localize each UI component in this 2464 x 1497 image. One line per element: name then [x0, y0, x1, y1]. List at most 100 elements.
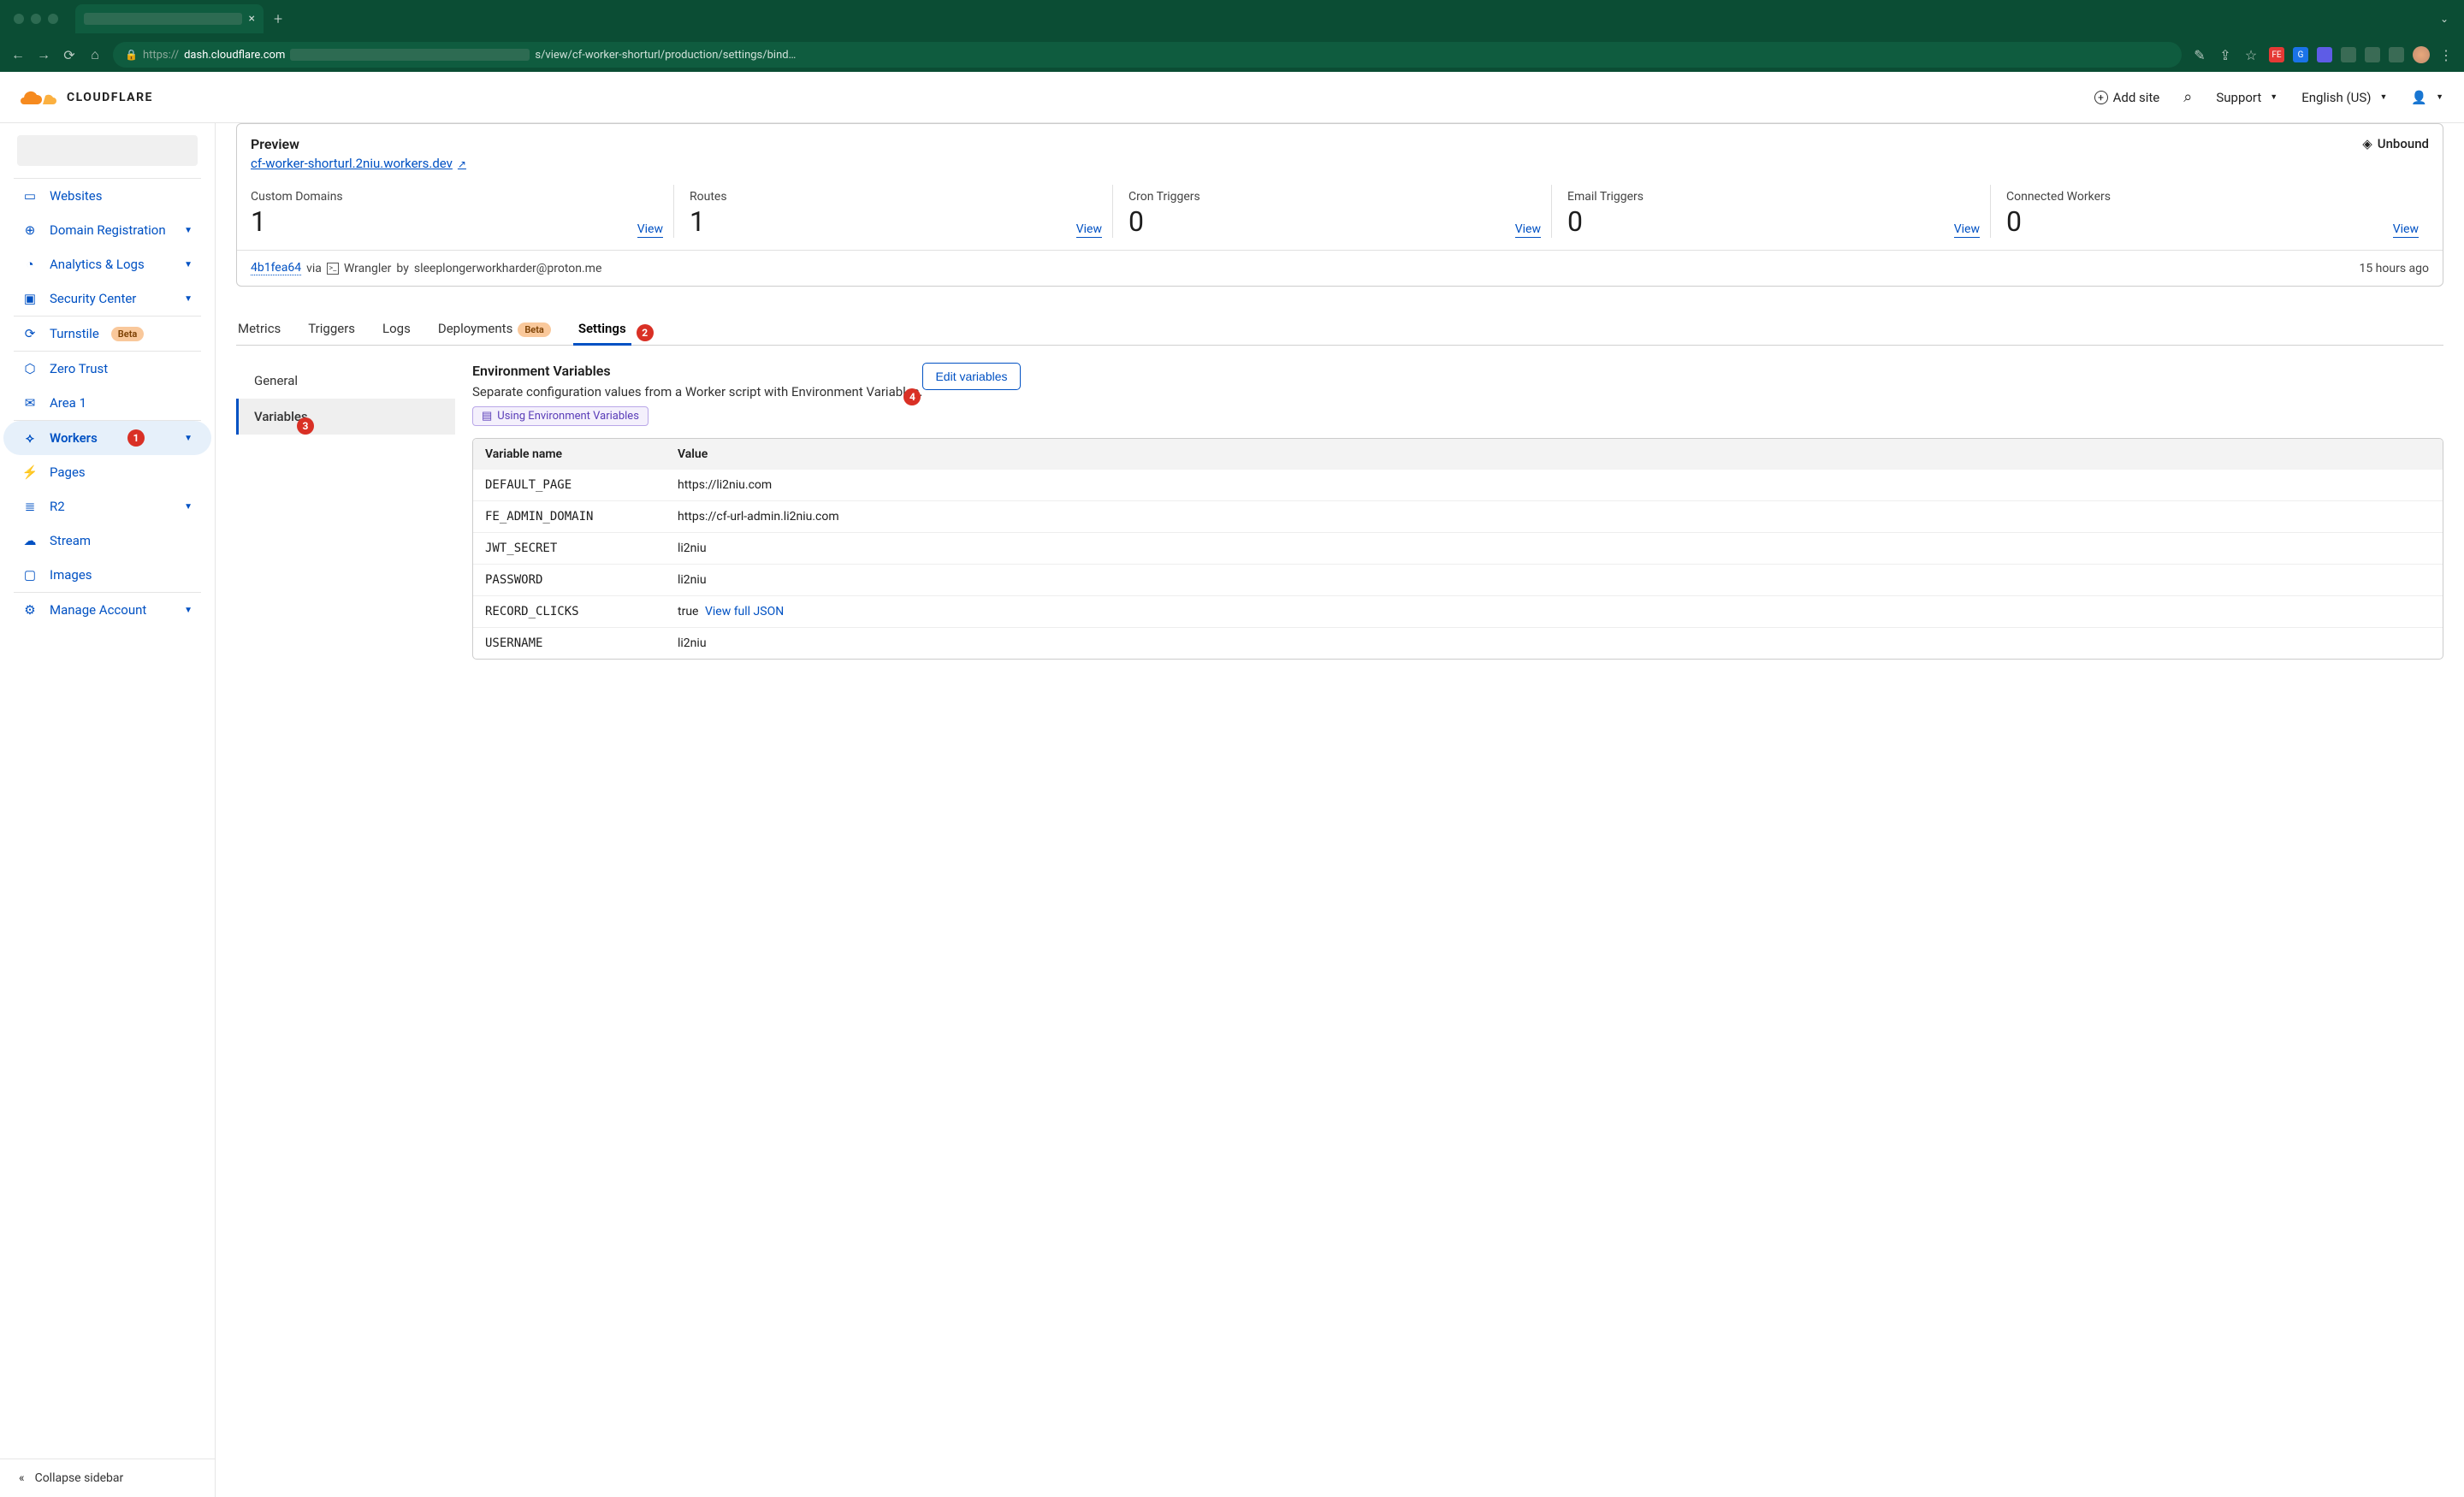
browser-tab[interactable]: ×: [75, 4, 264, 33]
sidebar-item-turnstile[interactable]: ⟳TurnstileBeta: [3, 317, 211, 351]
edit-url-icon[interactable]: ✎: [2192, 47, 2207, 63]
forward-icon[interactable]: →: [36, 46, 51, 63]
sidebar-item-websites[interactable]: ▭Websites: [3, 179, 211, 213]
ext-panel-icon[interactable]: [2389, 47, 2404, 62]
stat-label: Email Triggers: [1567, 190, 1980, 204]
worker-tabs: Metrics Triggers Logs DeploymentsBeta Settin…: [236, 312, 2443, 346]
sidebar-item-analytics-logs[interactable]: ◔Analytics & Logs▼: [3, 247, 211, 281]
traffic-min-icon[interactable]: [31, 14, 41, 24]
extension-icons: FE G ⋮: [2269, 46, 2454, 63]
back-icon[interactable]: ←: [10, 46, 26, 63]
stat-view-link[interactable]: View: [1954, 222, 1980, 238]
cloudflare-logo[interactable]: [21, 87, 67, 108]
user-menu[interactable]: 👤: [2411, 90, 2443, 105]
settings-nav-variables[interactable]: Variables3: [236, 399, 455, 435]
var-value: true: [678, 605, 698, 618]
support-label: Support: [2216, 90, 2261, 105]
collapse-sidebar-button[interactable]: « Collapse sidebar: [0, 1459, 215, 1497]
nav-label: Manage Account: [50, 602, 146, 618]
sidebar-item-r2[interactable]: ≣R2▼: [3, 489, 211, 524]
star-icon[interactable]: ☆: [2243, 47, 2259, 63]
nav-icon: ✉: [22, 395, 38, 411]
nav-icon: ▢: [22, 567, 38, 583]
add-site-button[interactable]: + Add site: [2094, 90, 2160, 105]
edit-variables-button[interactable]: Edit variables: [922, 363, 1020, 390]
account-selector[interactable]: [0, 123, 215, 178]
traffic-close-icon[interactable]: [14, 14, 24, 24]
search-button[interactable]: [2183, 88, 2192, 106]
home-icon[interactable]: ⌂: [87, 46, 103, 63]
var-name: DEFAULT_PAGE: [473, 470, 666, 500]
sidebar-item-area-1[interactable]: ✉ Area 1: [3, 386, 211, 420]
stat-value: 0: [2006, 205, 2022, 238]
tab-deployments[interactable]: DeploymentsBeta: [436, 312, 553, 345]
stat-view-link[interactable]: View: [1076, 222, 1102, 238]
var-name: RECORD_CLICKS: [473, 596, 666, 627]
stat-value: 0: [1567, 205, 1583, 238]
ext-purple-icon[interactable]: [2317, 47, 2332, 62]
ext-translate-icon[interactable]: G: [2293, 47, 2308, 62]
nav-label: Area 1: [50, 395, 86, 411]
tab-logs[interactable]: Logs: [381, 312, 412, 345]
nav-icon: ≣: [22, 499, 38, 514]
sidebar-item-zero-trust[interactable]: ⬡Zero Trust: [3, 352, 211, 386]
support-menu[interactable]: Support: [2216, 90, 2277, 105]
deploy-tool: Wrangler: [344, 262, 392, 275]
table-row: JWT_SECRETli2niu: [473, 532, 2443, 564]
tab-strip: × + ⌄: [0, 0, 2464, 38]
preview-url-link[interactable]: cf-worker-shorturl.2niu.workers.dev: [251, 156, 466, 171]
stat-view-link[interactable]: View: [1515, 222, 1541, 238]
stat-view-link[interactable]: View: [2393, 222, 2419, 238]
tab-overflow-icon[interactable]: ⌄: [2440, 13, 2455, 25]
chevron-down-icon: ▼: [184, 294, 192, 304]
nav-label: Analytics & Logs: [50, 257, 145, 272]
env-vars-doc-link[interactable]: Using Environment Variables: [472, 406, 649, 426]
chevron-down-icon: ▼: [184, 606, 192, 615]
language-menu[interactable]: English (US): [2301, 90, 2387, 105]
beta-badge: Beta: [111, 327, 145, 341]
tab-title-redacted: [84, 13, 242, 25]
sidebar-item-security-center[interactable]: ▣Security Center▼: [3, 281, 211, 316]
view-json-link[interactable]: View full JSON: [705, 605, 784, 618]
new-tab-button[interactable]: +: [274, 10, 282, 28]
traffic-max-icon[interactable]: [48, 14, 58, 24]
chevron-down-icon: ▼: [184, 226, 192, 235]
table-row: DEFAULT_PAGE https://li2niu.com: [473, 470, 2443, 500]
collapse-icon: «: [19, 1471, 25, 1485]
sidebar-item-domain-registration[interactable]: ⊕Domain Registration▼: [3, 213, 211, 247]
stat-value: 1: [251, 205, 266, 238]
ext-puzzle-icon[interactable]: [2365, 47, 2380, 62]
stat-view-link[interactable]: View: [637, 222, 663, 238]
commit-hash-link[interactable]: 4b1fea64: [251, 261, 301, 275]
ext-fe-icon[interactable]: FE: [2269, 47, 2284, 62]
nav-icon: ☁: [22, 533, 38, 548]
unbound-label: Unbound: [2378, 136, 2429, 151]
sidebar-item-pages[interactable]: ⚡Pages: [3, 455, 211, 489]
ext-grey1-icon[interactable]: [2341, 47, 2356, 62]
tab-triggers[interactable]: Triggers: [306, 312, 357, 345]
nav-label: R2: [50, 499, 65, 514]
menu-icon[interactable]: ⋮: [2438, 47, 2454, 63]
stats-row: Custom Domains1ViewRoutes1ViewCron Trigg…: [237, 180, 2443, 250]
sidebar-item-images[interactable]: ▢Images: [3, 558, 211, 592]
share-icon[interactable]: ⇪: [2218, 47, 2233, 63]
logo-text: CLOUDFLARE: [67, 91, 153, 104]
url-redacted: [290, 49, 530, 61]
nav-icon: ⬡: [22, 361, 38, 376]
reload-icon[interactable]: ⟳: [62, 47, 77, 63]
var-name: JWT_SECRET: [473, 533, 666, 564]
settings-nav-general[interactable]: General: [236, 363, 455, 399]
preview-title: Preview: [251, 136, 466, 152]
url-input[interactable]: 🔒 https://dash.cloudflare.com s/view/cf-…: [113, 42, 2182, 68]
table-row: PASSWORDli2niu: [473, 564, 2443, 595]
tab-metrics[interactable]: Metrics: [236, 312, 282, 345]
annotation-1: 1: [127, 429, 145, 447]
sidebar-item-stream[interactable]: ☁Stream: [3, 524, 211, 558]
var-value: https://li2niu.com: [678, 478, 772, 492]
tab-settings[interactable]: Settings2: [577, 312, 628, 345]
sidebar-item-manage-account[interactable]: ⚙Manage Account▼: [3, 593, 211, 627]
profile-avatar-icon[interactable]: [2413, 46, 2430, 63]
search-icon: [2183, 88, 2192, 106]
sidebar-item-workers[interactable]: ⟡Workers▼1: [3, 421, 211, 455]
close-icon[interactable]: ×: [249, 12, 255, 26]
